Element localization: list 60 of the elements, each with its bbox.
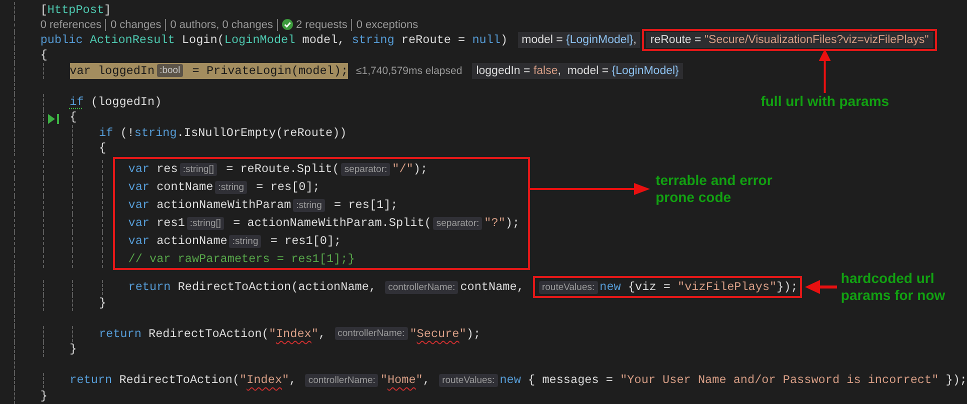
parameter-hint: routeValues:: [439, 374, 498, 387]
code-text: contName,: [460, 280, 525, 294]
code-text: {: [40, 48, 48, 62]
code-text: }: [70, 342, 77, 356]
parameter-hint: controllerName:: [385, 280, 458, 294]
parameter-hint: controllerName:: [305, 374, 378, 387]
code-text: = reRoute.Split(: [225, 162, 340, 176]
annotation-note: hardcoded url params for now: [840, 270, 946, 304]
code-text: "/");: [392, 162, 428, 176]
parameter-hint: controllerName:: [334, 327, 408, 340]
codelens-link[interactable]: 0 references: [40, 18, 106, 31]
code-text: new {viz = "vizFilePlays"});: [600, 280, 798, 294]
code-text: return RedirectToAction(actionName,: [128, 280, 378, 294]
datatip[interactable]: model = {LoginModel},: [518, 32, 640, 48]
codelens-link[interactable]: 2 requests: [276, 18, 352, 31]
codelens-link[interactable]: 0 authors, 0 changes: [165, 18, 277, 31]
code-text: var actionName: [128, 234, 228, 248]
code-text: = res[1];: [333, 198, 398, 212]
code-text: }: [98, 296, 106, 310]
code-text: = actionNameWithParam.Split(: [232, 216, 432, 230]
code-text: "?");: [484, 216, 520, 230]
code-text: }: [40, 388, 48, 403]
code-text: return RedirectToAction("Index",: [70, 373, 298, 388]
datatip[interactable]: loggedIn = false, model = {LoginModel}: [472, 62, 683, 79]
datatip[interactable]: reRoute = "Secure/VisualizationFiles?viz=vizFilePlays": [646, 32, 933, 48]
code-text: if (loggedIn): [70, 94, 162, 109]
codelens-link[interactable]: 0 changes: [105, 18, 166, 31]
parameter-hint: :string: [293, 198, 325, 212]
annotation-note: terrable and error prone code: [656, 172, 772, 206]
code-text: var contName: [128, 180, 214, 194]
codelens-link[interactable]: 0 exceptions: [351, 18, 422, 31]
annotation-arrow: [804, 280, 837, 294]
code-text: var res1: [128, 216, 185, 230]
elapsed-time-label: ≤1,740,579ms elapsed: [356, 64, 462, 77]
parameter-hint: :string[]: [186, 216, 224, 230]
code-text: "Home",: [380, 373, 431, 388]
code-text: return RedirectToAction("Index",: [98, 326, 327, 341]
code-text: "Secure");: [410, 326, 481, 341]
code-text: var res: [128, 162, 178, 176]
code-text: // var rawParameters = res1[1];}: [128, 252, 355, 266]
code-text: if (!string.IsNullOrEmpty(reRoute)): [98, 126, 347, 140]
code-text: = PrivateLogin(model);: [191, 64, 348, 78]
parameter-hint: separator:: [433, 216, 482, 230]
parameter-hint: :string: [229, 234, 262, 248]
code-text: = res[0];: [255, 180, 320, 194]
code-text: = res1[0];: [269, 234, 342, 248]
code-text: var loggedIn: [70, 64, 155, 78]
annotation-note: full url with params: [760, 92, 890, 110]
parameter-hint: :bool: [156, 64, 184, 78]
code-text: var actionNameWithParam: [128, 198, 292, 212]
parameter-hint: :string[]: [180, 162, 217, 176]
code-text: {: [98, 141, 106, 156]
parameter-hint: routeValues:: [538, 280, 598, 294]
code-text: public ActionResult Login(LoginModel model, string reRoute = null): [40, 32, 508, 47]
parameter-hint: :string: [215, 180, 248, 194]
code-text: [HttpPost]: [40, 2, 112, 17]
parameter-hint: separator:: [341, 162, 390, 176]
code-text: new { messages = "Your User Name and/or Password is incorrect" });: [500, 373, 967, 388]
play-bar-icon[interactable]: [48, 114, 60, 124]
code-text: {: [70, 110, 77, 124]
